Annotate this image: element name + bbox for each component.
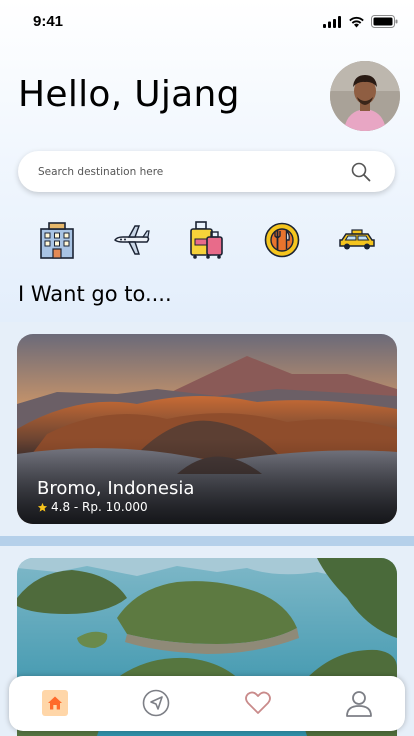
category-taxi[interactable] (338, 218, 376, 262)
avatar-photo (330, 61, 400, 131)
navigate-icon (142, 689, 170, 717)
home-icon (42, 690, 68, 716)
heart-icon (245, 691, 271, 714)
taxi-icon (339, 229, 375, 250)
category-restaurant[interactable] (264, 218, 300, 262)
nav-profile[interactable] (344, 688, 374, 718)
section-divider (0, 536, 414, 546)
star-icon (37, 502, 48, 512)
search-input[interactable] (38, 151, 338, 192)
destination-card[interactable]: Bromo, Indonesia 4.8 - Rp. 10.000 (17, 334, 397, 524)
destination-rating-price: 4.8 - Rp. 10.000 (51, 500, 148, 514)
nav-favorites[interactable] (243, 688, 273, 718)
signal-icon (323, 15, 341, 28)
category-flight[interactable] (113, 218, 151, 262)
category-luggage[interactable] (189, 218, 225, 262)
airplane-icon (114, 225, 150, 255)
destination-name: Bromo, Indonesia (37, 478, 195, 499)
bottom-nav (9, 676, 405, 731)
category-hotel[interactable] (39, 218, 75, 262)
restaurant-icon (264, 222, 300, 258)
destination-meta: 4.8 - Rp. 10.000 (37, 500, 148, 514)
search-bar[interactable] (18, 151, 395, 192)
wifi-icon (349, 16, 364, 27)
battery-icon (371, 15, 398, 28)
greeting-title: Hello, Ujang (18, 74, 240, 115)
section-title: I Want go to.... (18, 282, 172, 306)
hotel-icon (40, 222, 74, 259)
luggage-icon (190, 221, 223, 259)
profile-icon (346, 691, 372, 717)
status-time: 9:41 (33, 13, 64, 30)
search-icon[interactable] (351, 162, 371, 182)
status-bar: 9:41 (0, 0, 414, 44)
nav-home[interactable] (40, 688, 70, 718)
avatar[interactable] (330, 61, 400, 131)
nav-explore[interactable] (141, 688, 171, 718)
status-icons (323, 15, 398, 28)
category-row (0, 218, 414, 262)
